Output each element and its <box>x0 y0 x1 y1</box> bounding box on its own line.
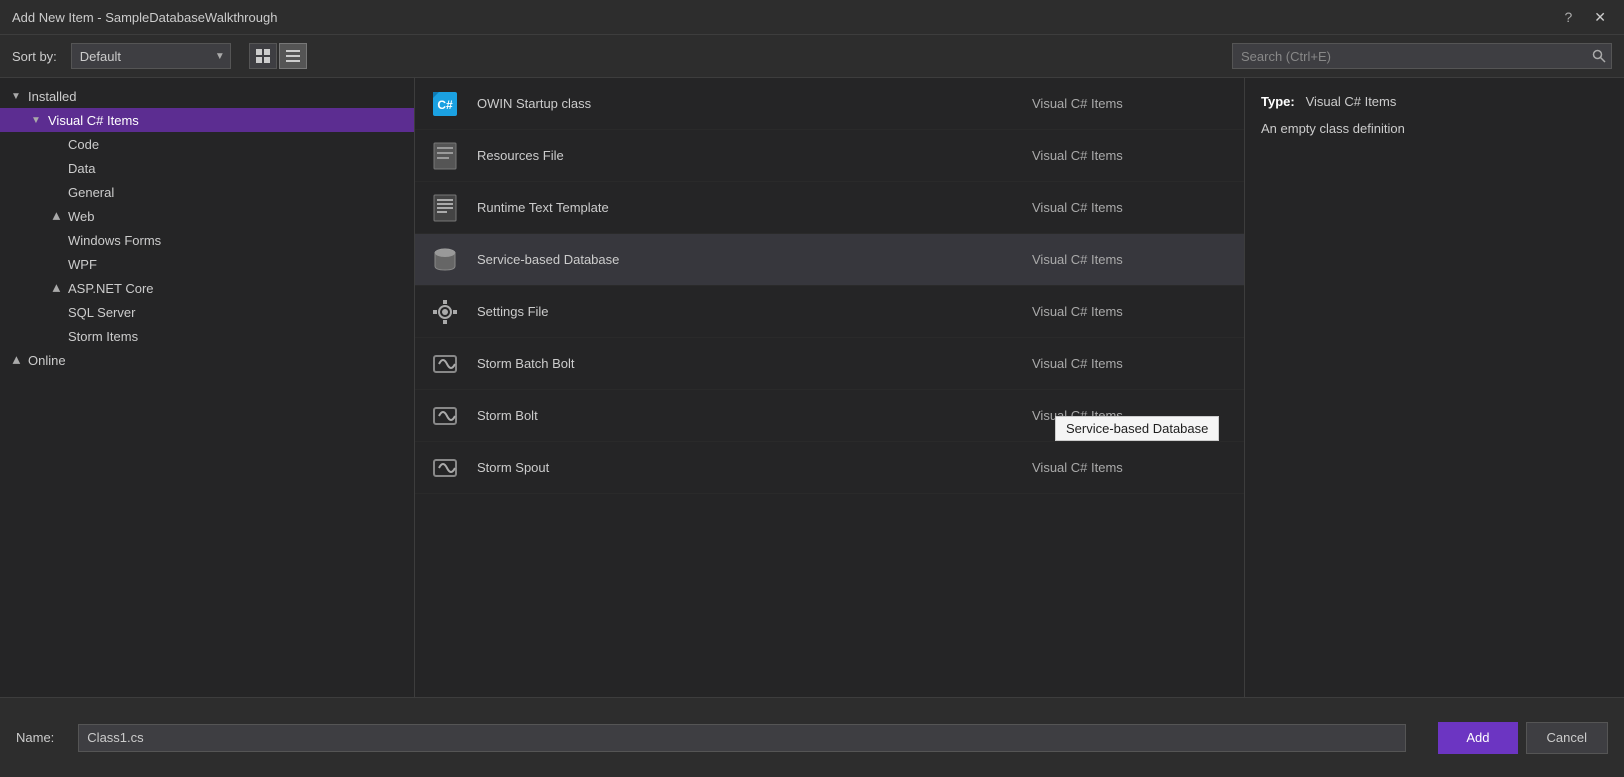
runtime-text-category: Visual C# Items <box>1032 200 1232 215</box>
storm-spout-name: Storm Spout <box>477 460 1032 475</box>
runtime-text-name: Runtime Text Template <box>477 200 1032 215</box>
sort-label: Sort by: <box>12 49 57 64</box>
title-bar-controls: ? ✕ <box>1564 7 1612 28</box>
storm-batch-icon <box>427 346 463 382</box>
name-input[interactable] <box>78 724 1406 752</box>
storm-spout-category: Visual C# Items <box>1032 460 1232 475</box>
cancel-button[interactable]: Cancel <box>1526 722 1608 754</box>
storm-items-label: Storm Items <box>68 329 138 344</box>
list-item[interactable]: Storm Bolt Visual C# Items <box>415 390 1244 442</box>
sidebar-item-visual-c-items[interactable]: ▼ Visual C# Items <box>0 108 414 132</box>
list-item[interactable]: Resources File Visual C# Items <box>415 130 1244 182</box>
list-item[interactable]: Service-based Database Visual C# Items <box>415 234 1244 286</box>
storm-bolt-icon <box>427 398 463 434</box>
resources-category: Visual C# Items <box>1032 148 1232 163</box>
sidebar-item-code[interactable]: Code <box>0 132 414 156</box>
bottom-buttons: Add Cancel <box>1438 722 1608 754</box>
wpf-label: WPF <box>68 257 97 272</box>
owin-name: OWIN Startup class <box>477 96 1032 111</box>
storm-batch-category: Visual C# Items <box>1032 356 1232 371</box>
visual-c-arrow: ▼ <box>28 112 44 128</box>
sidebar-item-web[interactable]: ▶ Web <box>0 204 414 228</box>
content-area: ▼ Installed ▼ Visual C# Items Code Data … <box>0 78 1624 697</box>
sort-select-wrapper: Default Name Type ▼ <box>71 43 231 69</box>
sidebar-item-sql-server[interactable]: SQL Server <box>0 300 414 324</box>
asp-arrow: ▶ <box>48 280 64 296</box>
items-list: C# OWIN Startup class Visual C# Items <box>415 78 1244 697</box>
list-item[interactable]: Runtime Text Template Visual C# Items <box>415 182 1244 234</box>
list-view-button[interactable] <box>279 43 307 69</box>
storm-batch-name: Storm Batch Bolt <box>477 356 1032 371</box>
view-buttons <box>249 43 307 69</box>
name-label: Name: <box>16 730 54 745</box>
online-label: Online <box>28 353 66 368</box>
service-db-name: Service-based Database <box>477 252 1032 267</box>
text-template-icon <box>427 190 463 226</box>
owin-icon: C# <box>427 86 463 122</box>
sidebar-item-installed[interactable]: ▼ Installed <box>0 84 414 108</box>
sidebar-item-general[interactable]: General <box>0 180 414 204</box>
settings-icon <box>427 294 463 330</box>
type-info: Type: Visual C# Items <box>1261 94 1608 109</box>
storm-bolt-category: Visual C# Items <box>1032 408 1232 423</box>
type-label: Type: <box>1261 94 1295 109</box>
sidebar: ▼ Installed ▼ Visual C# Items Code Data … <box>0 78 415 697</box>
web-arrow: ▶ <box>48 208 64 224</box>
data-label: Data <box>68 161 95 176</box>
sidebar-item-asp-net-core[interactable]: ▶ ASP.NET Core <box>0 276 414 300</box>
resources-name: Resources File <box>477 148 1032 163</box>
owin-category: Visual C# Items <box>1032 96 1232 111</box>
installed-label: Installed <box>28 89 76 104</box>
close-button[interactable]: ✕ <box>1588 7 1612 28</box>
settings-category: Visual C# Items <box>1032 304 1232 319</box>
code-label: Code <box>68 137 99 152</box>
help-icon: ? <box>1564 9 1572 25</box>
list-item[interactable]: Storm Batch Bolt Visual C# Items <box>415 338 1244 390</box>
search-input[interactable] <box>1232 43 1612 69</box>
title-bar: Add New Item - SampleDatabaseWalkthrough… <box>0 0 1624 35</box>
search-wrapper <box>1232 43 1612 69</box>
list-item[interactable]: C# OWIN Startup class Visual C# Items <box>415 78 1244 130</box>
service-db-category: Visual C# Items <box>1032 252 1232 267</box>
database-icon <box>427 242 463 278</box>
type-description: An empty class definition <box>1261 119 1608 139</box>
search-button[interactable] <box>1592 49 1606 63</box>
toolbar: Sort by: Default Name Type ▼ <box>0 35 1624 78</box>
asp-net-label: ASP.NET Core <box>68 281 154 296</box>
sql-server-label: SQL Server <box>68 305 135 320</box>
sidebar-item-wpf[interactable]: WPF <box>0 252 414 276</box>
dialog-title: Add New Item - SampleDatabaseWalkthrough <box>12 10 277 25</box>
resources-icon <box>427 138 463 174</box>
settings-name: Settings File <box>477 304 1032 319</box>
type-value: Visual C# Items <box>1306 94 1397 109</box>
storm-bolt-name: Storm Bolt <box>477 408 1032 423</box>
list-item[interactable]: Settings File Visual C# Items <box>415 286 1244 338</box>
add-button[interactable]: Add <box>1438 722 1517 754</box>
list-item[interactable]: Storm Spout Visual C# Items <box>415 442 1244 494</box>
online-arrow: ▶ <box>8 352 24 368</box>
web-label: Web <box>68 209 95 224</box>
svg-text:C#: C# <box>437 98 453 112</box>
sidebar-item-data[interactable]: Data <box>0 156 414 180</box>
sidebar-item-windows-forms[interactable]: Windows Forms <box>0 228 414 252</box>
sidebar-item-storm-items[interactable]: Storm Items <box>0 324 414 348</box>
visual-c-label: Visual C# Items <box>48 113 139 128</box>
storm-spout-icon <box>427 450 463 486</box>
installed-arrow: ▼ <box>8 88 24 104</box>
sidebar-item-online[interactable]: ▶ Online <box>0 348 414 372</box>
general-label: General <box>68 185 114 200</box>
bottom-bar: Name: Add Cancel <box>0 697 1624 777</box>
windows-forms-label: Windows Forms <box>68 233 161 248</box>
sort-select[interactable]: Default Name Type <box>71 43 231 69</box>
grid-view-button[interactable] <box>249 43 277 69</box>
right-panel: Type: Visual C# Items An empty class def… <box>1244 78 1624 697</box>
dialog: Sort by: Default Name Type ▼ <box>0 35 1624 777</box>
